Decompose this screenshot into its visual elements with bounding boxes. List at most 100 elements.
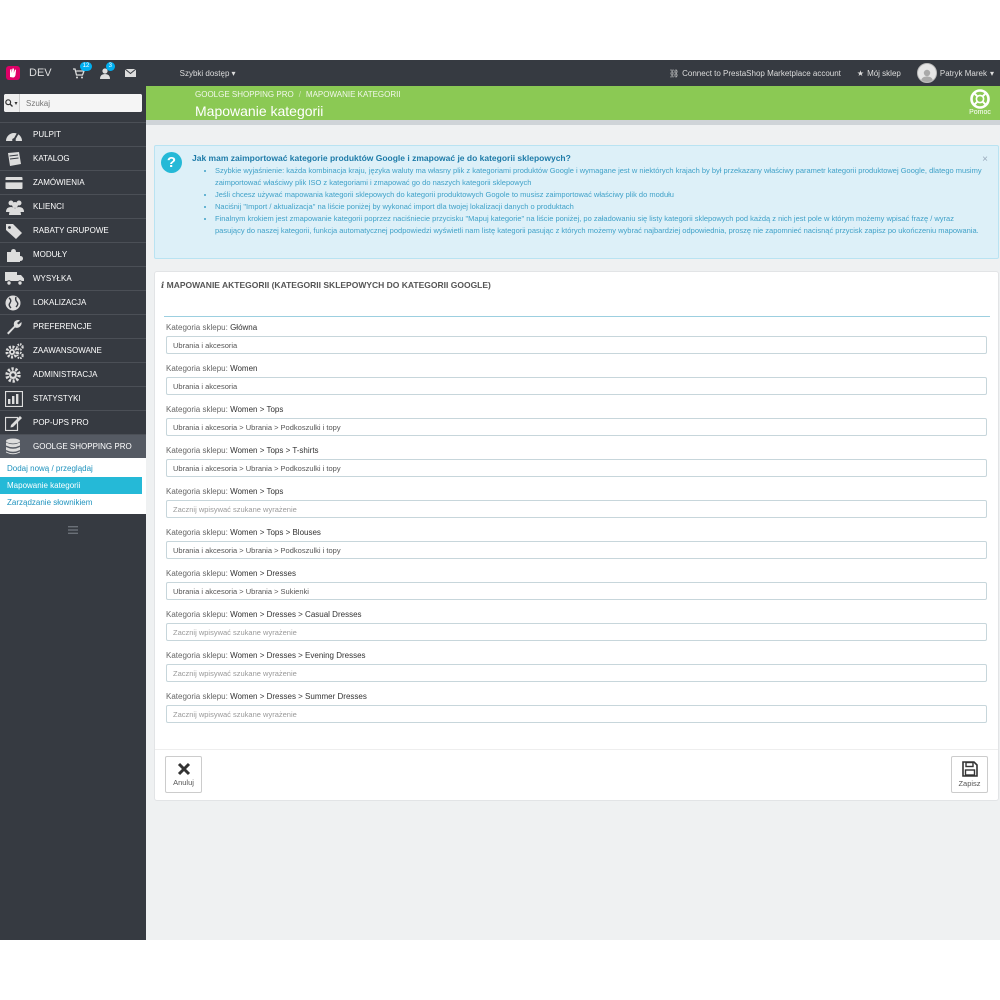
shop-category-prefix: Kategoria sklepu: [166, 692, 228, 701]
help-button[interactable]: Pomoc [964, 89, 996, 116]
sidebar-item-zaawansowane[interactable]: ZAAWANSOWANE [0, 338, 146, 362]
sidebar-item-administracja[interactable]: ADMINISTRACJA [0, 362, 146, 386]
breadcrumb-module[interactable]: GOOLGE SHOPPING PRO [195, 90, 294, 99]
dashboard-icon [5, 126, 27, 144]
edit-icon [5, 414, 27, 432]
google-category-input[interactable] [166, 541, 987, 559]
breadcrumb: GOOLGE SHOPPING PRO / MAPOWANIE KATEGORI… [195, 90, 401, 99]
shop-category-label: Kategoria sklepu: Women > Dresses [166, 569, 296, 578]
google-category-input[interactable] [166, 459, 987, 477]
sidebar-item-lokalizacja[interactable]: LOKALIZACJA [0, 290, 146, 314]
sidebar-item-preferencje[interactable]: PREFERENCJE [0, 314, 146, 338]
search-input[interactable] [20, 94, 142, 112]
truck-icon [5, 270, 27, 288]
prestashop-logo[interactable] [0, 60, 26, 86]
sidebar-item-label: STATYSTYKI [33, 394, 81, 403]
shop-category-prefix: Kategoria sklepu: [166, 446, 228, 455]
sidebar-item-label: POP-UPS PRO [33, 418, 89, 427]
mapping-row: Kategoria sklepu: Women > Dresses [166, 566, 988, 607]
save-label: Zapisz [958, 779, 981, 788]
sidebar-item-label: KLIENCI [33, 202, 65, 211]
sidebar-item-rabaty-grupowe[interactable]: RABATY GRUPOWE [0, 218, 146, 242]
submenu-item-category-mapping[interactable]: Mapowanie kategorii [0, 477, 142, 494]
shop-category-name: Główna [230, 323, 258, 332]
sidebar-item-zam-wienia[interactable]: ZAMÓWIENIA [0, 170, 146, 194]
quick-access-menu[interactable]: Szybki dostęp ▾ [180, 69, 236, 78]
mapping-row: Kategoria sklepu: Women [166, 361, 988, 402]
panel-divider [164, 316, 990, 317]
marketplace-link[interactable]: ⛓ Connect to PrestaShop Marketplace acco… [669, 69, 841, 78]
google-category-input[interactable] [166, 418, 987, 436]
sidebar-item-klienci[interactable]: KLIENCI [0, 194, 146, 218]
cancel-button[interactable]: Anuluj [165, 756, 202, 793]
tags-icon [5, 222, 27, 240]
sidebar-search: ▾ [0, 86, 146, 122]
breadcrumb-separator: / [298, 90, 301, 99]
alert-item: Finalnym krokiem jest zmapowanie kategor… [215, 213, 985, 237]
shop-category-label: Kategoria sklepu: Women > Dresses > Casu… [166, 610, 362, 619]
sidebar-item-goolge-shopping-pro[interactable]: GOOLGE SHOPPING PRO [0, 434, 146, 458]
close-icon [177, 762, 190, 776]
shop-brand[interactable]: DEV [29, 67, 52, 79]
customers-notification[interactable]: 3 [92, 60, 118, 86]
sidebar-item-label: PULPIT [33, 130, 62, 139]
info-alert: ? × Jak mam zaimportować kategorie produ… [154, 145, 999, 259]
sidebar-item-label: RABATY GRUPOWE [33, 226, 109, 235]
sidebar-item-statystyki[interactable]: STATYSTYKI [0, 386, 146, 410]
avatar [916, 63, 937, 83]
google-category-input[interactable] [166, 500, 987, 518]
close-icon[interactable]: × [982, 154, 988, 165]
sidebar-collapse-button[interactable] [0, 514, 146, 546]
sidebar-item-modu-y[interactable]: MODUŁY [0, 242, 146, 266]
sidebar-item-label: WYSYŁKA [33, 274, 72, 283]
sidebar-item-pulpit[interactable]: PULPIT [0, 122, 146, 146]
shop-category-label: Kategoria sklepu: Women > Tops [166, 405, 283, 414]
cart-badge: 12 [79, 62, 93, 71]
sidebar-item-label: LOKALIZACJA [33, 298, 87, 307]
alert-list: Szybkie wyjaśnienie: każda kombinacja kr… [205, 165, 985, 237]
messages-notification[interactable] [118, 60, 144, 86]
breadcrumb-current[interactable]: MAPOWANIE KATEGORII [306, 90, 401, 99]
orders-notification[interactable]: 12 [66, 60, 93, 86]
sidebar-submenu: Dodaj nową / przeglądaj Mapowanie katego… [0, 458, 146, 514]
mapping-row: Kategoria sklepu: Women > Tops [166, 402, 988, 443]
google-category-input[interactable] [166, 664, 987, 682]
sidebar-item-label: ZAAWANSOWANE [33, 346, 102, 355]
google-category-input[interactable] [166, 582, 987, 600]
puzzle-icon [5, 246, 27, 264]
my-shop-label: Mój sklep [867, 68, 901, 78]
question-icon: ? [161, 152, 182, 173]
sidebar-item-katalog[interactable]: KATALOG [0, 146, 146, 170]
google-category-input[interactable] [166, 623, 987, 641]
book-icon [5, 150, 27, 168]
mapping-row: Kategoria sklepu: Women > Dresses > Even… [166, 648, 988, 689]
sidebar-item-wysy-ka[interactable]: WYSYŁKA [0, 266, 146, 290]
google-category-input[interactable] [166, 705, 987, 723]
submenu-item-add[interactable]: Dodaj nową / przeglądaj [0, 460, 142, 477]
shop-category-prefix: Kategoria sklepu: [166, 528, 228, 537]
caret-down-icon: ▾ [989, 68, 994, 78]
database-icon [5, 438, 27, 456]
google-category-input[interactable] [166, 336, 987, 354]
mapping-row: Kategoria sklepu: Główna [166, 320, 988, 361]
shop-category-prefix: Kategoria sklepu: [166, 364, 228, 373]
sidebar-item-pop-ups-pro[interactable]: POP-UPS PRO [0, 410, 146, 434]
alert-item: Naciśnij "Import / aktualizacja" na liśc… [215, 201, 985, 213]
alert-item: Jeśli chcesz używać mapowania kategorii … [215, 189, 985, 201]
search-scope-button[interactable]: ▾ [4, 94, 20, 112]
marketplace-label: Connect to PrestaShop Marketplace accoun… [682, 68, 841, 78]
menu-icon [68, 526, 78, 534]
shop-category-name: Women > Dresses > Summer Dresses [230, 692, 367, 701]
bar-chart-icon [5, 390, 27, 408]
mapping-row: Kategoria sklepu: Women > Dresses > Summ… [166, 689, 988, 730]
user-menu[interactable]: Patryk Marek ▾ [916, 63, 994, 83]
page-title: Mapowanie kategorii [195, 103, 324, 119]
shop-category-name: Women > Tops > Blouses [230, 528, 321, 537]
sidebar-item-label: ZAMÓWIENIA [33, 178, 85, 187]
star-icon: ★ [856, 68, 865, 78]
submenu-item-dictionary[interactable]: Zarządzanie słownikiem [0, 494, 142, 511]
google-category-input[interactable] [166, 377, 987, 395]
my-shop-link[interactable]: ★ Mój sklep [857, 69, 901, 78]
save-button[interactable]: Zapisz [951, 756, 988, 793]
lifebuoy-icon [970, 89, 990, 109]
